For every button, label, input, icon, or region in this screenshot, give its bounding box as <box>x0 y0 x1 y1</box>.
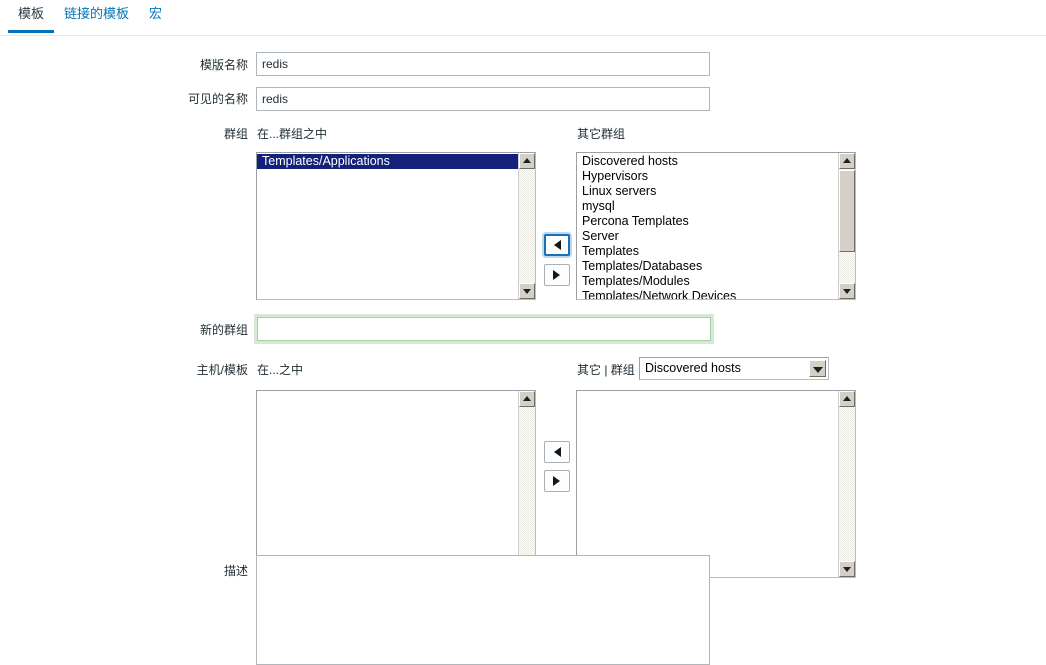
visible-name-input[interactable] <box>256 87 710 111</box>
tab-macros[interactable]: 宏 <box>139 0 172 33</box>
scroll-up-icon[interactable] <box>839 153 855 169</box>
groups-other-listbox[interactable]: Discovered hosts Hypervisors Linux serve… <box>576 152 856 300</box>
list-item[interactable]: Linux servers <box>577 184 838 199</box>
groups-label: 群组 <box>223 127 248 141</box>
host-templates-move-left-button[interactable] <box>544 441 570 463</box>
groups-in-listbox[interactable]: Templates/Applications <box>256 152 536 300</box>
tab-bar: 模板 链接的模板 宏 <box>0 0 1046 36</box>
host-templates-in-options <box>257 391 518 577</box>
host-templates-in-label: 在...之中 <box>257 363 304 377</box>
list-item[interactable]: Templates/Applications <box>257 154 518 169</box>
list-item[interactable]: Templates/Databases <box>577 259 838 274</box>
triangle-right-icon <box>553 476 560 486</box>
template-name-input[interactable] <box>256 52 710 76</box>
new-group-label: 新的群组 <box>199 323 248 337</box>
scroll-down-icon[interactable] <box>519 283 535 299</box>
host-templates-in-listbox[interactable] <box>256 390 536 578</box>
scroll-up-icon[interactable] <box>839 391 855 407</box>
groups-in-scrollbar[interactable] <box>518 153 535 299</box>
tab-template[interactable]: 模板 <box>8 0 55 33</box>
scroll-up-icon[interactable] <box>519 153 535 169</box>
list-item[interactable]: Hypervisors <box>577 169 838 184</box>
host-templates-move-right-button[interactable] <box>544 470 570 492</box>
new-group-input[interactable] <box>257 317 711 341</box>
list-item[interactable]: Discovered hosts <box>577 154 838 169</box>
host-templates-in-scrollbar[interactable] <box>518 391 535 577</box>
scrollbar-thumb[interactable] <box>839 170 855 252</box>
host-templates-other-scrollbar[interactable] <box>838 391 855 577</box>
tab-linked-templates[interactable]: 链接的模板 <box>54 0 139 33</box>
list-item[interactable]: Percona Templates <box>577 214 838 229</box>
groups-move-left-button[interactable] <box>544 234 570 256</box>
groups-other-scrollbar[interactable] <box>838 153 855 299</box>
chevron-down-icon[interactable] <box>809 360 826 377</box>
description-label: 描述 <box>223 564 248 578</box>
scroll-down-icon[interactable] <box>839 283 855 299</box>
list-item[interactable]: mysql <box>577 199 838 214</box>
host-templates-group-select[interactable]: Discovered hosts <box>639 357 829 380</box>
groups-other-options: Discovered hosts Hypervisors Linux serve… <box>577 153 838 299</box>
list-item[interactable]: Templates/Modules <box>577 274 838 289</box>
host-templates-label: 主机/模板 <box>196 363 248 377</box>
groups-move-right-button[interactable] <box>544 264 570 286</box>
triangle-left-icon <box>554 447 561 457</box>
scroll-up-icon[interactable] <box>519 391 535 407</box>
groups-in-options: Templates/Applications <box>257 153 518 299</box>
visible-name-label: 可见的名称 <box>187 92 248 106</box>
groups-other-label: 其它群组 <box>577 127 626 141</box>
list-item[interactable]: Templates/Network Devices <box>577 289 838 299</box>
triangle-left-icon <box>554 240 561 250</box>
host-templates-other-label: 其它 | 群组 <box>577 363 635 377</box>
description-textarea[interactable] <box>256 555 710 665</box>
groups-in-label: 在...群组之中 <box>257 127 328 141</box>
list-item[interactable]: Server <box>577 229 838 244</box>
host-templates-other-listbox[interactable] <box>576 390 856 578</box>
host-templates-group-select-value: Discovered hosts <box>645 361 741 375</box>
triangle-right-icon <box>553 270 560 280</box>
template-name-label: 模版名称 <box>199 58 248 72</box>
tab-list: 模板 链接的模板 宏 <box>8 0 172 36</box>
scroll-down-icon[interactable] <box>839 561 855 577</box>
host-templates-other-options <box>577 391 838 577</box>
list-item[interactable]: Templates <box>577 244 838 259</box>
